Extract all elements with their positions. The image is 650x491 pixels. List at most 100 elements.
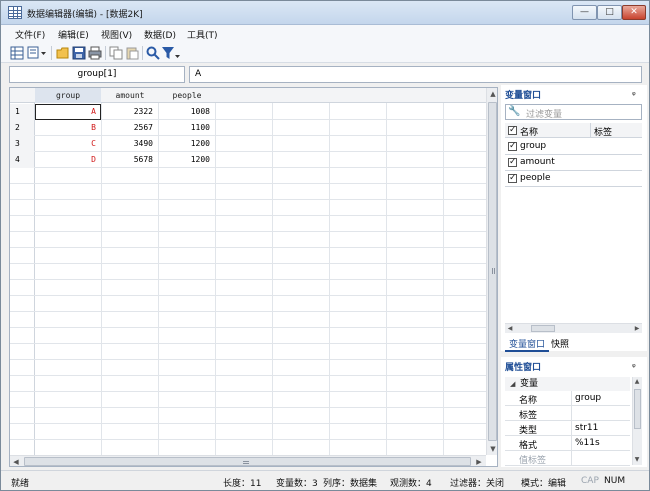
horizontal-scroll-thumb[interactable] [24,457,471,466]
pin-icon[interactable]: ᵩ [632,88,636,98]
cell-amount[interactable]: 3490 [102,136,158,152]
toolbar-separator [105,46,106,60]
horizontal-scrollbar[interactable]: ◀ ▶ [10,455,486,466]
cell-value-field[interactable]: A [189,66,642,83]
copy-icon[interactable] [27,46,47,60]
menu-file[interactable]: 文件(F) [15,28,45,41]
copy-icon[interactable] [109,46,123,60]
property-row[interactable]: 格式 %11s [505,436,630,451]
property-row[interactable]: 值标签 [505,451,630,466]
scroll-up-arrow-icon[interactable]: ▲ [632,376,642,388]
column-header-amount[interactable]: amount [102,88,158,103]
status-ready: 就绪 [11,479,30,489]
pin-icon[interactable]: ᵩ [632,360,636,370]
vertical-scroll-thumb[interactable] [488,102,497,441]
properties-group-header[interactable]: ◢ 变量 [505,377,630,391]
menu-view[interactable]: 视图(V) [101,28,132,41]
cell-people[interactable]: 1200 [159,136,215,152]
cell-people[interactable]: 1008 [159,104,215,120]
menu-edit[interactable]: 编辑(E) [58,28,89,41]
property-value[interactable]: group [575,393,601,403]
variable-filter-placeholder: 过滤变量 [526,110,563,120]
cell-group[interactable]: D [35,152,101,168]
close-button[interactable]: ✕ [622,5,646,20]
vertical-scrollbar[interactable]: ▲ ▼ [486,88,497,455]
select-all-checkbox[interactable] [508,124,517,136]
column-divider [590,123,591,138]
property-value[interactable]: str11 [575,423,598,433]
row-header[interactable]: 1 [10,104,34,120]
grid-viewport[interactable]: group amount people 1 A 2322 1008 2 B 25… [10,88,486,455]
variable-checkbox[interactable] [508,172,517,184]
cell-address-bar: group[1] A [1,63,649,85]
variable-name: people [520,173,551,183]
column-header-row: group amount people [10,88,486,103]
column-header-people[interactable]: people [159,88,215,103]
scroll-grip [243,461,249,462]
variable-row[interactable]: amount [505,155,642,171]
print-icon[interactable] [88,46,102,60]
status-obs-count: 观测数：4 [390,479,432,489]
property-value[interactable]: %11s [575,438,600,448]
collapse-triangle-icon[interactable]: ◢ [510,377,515,391]
tab-snapshots[interactable]: 快照 [547,338,573,352]
variable-name: group [520,141,547,151]
maximize-button[interactable]: □ [597,5,622,20]
cell-amount[interactable]: 5678 [102,152,158,168]
scroll-right-arrow-icon[interactable]: ▶ [632,323,642,335]
data-grid[interactable]: group amount people 1 A 2322 1008 2 B 25… [9,87,498,467]
tab-variables[interactable]: 变量窗口 [505,338,550,352]
cell-group[interactable]: B [35,120,101,136]
property-row[interactable]: 名称 group [505,391,630,406]
wrench-icon: 🔧 [508,106,521,117]
title-bar[interactable]: 数据编辑器(编辑) - [数据2K] — □ ✕ [1,1,649,25]
properties-group-label: 变量 [520,379,539,389]
search-icon[interactable] [146,46,160,60]
cell-people[interactable]: 1200 [159,152,215,168]
property-divider [571,391,572,406]
scroll-left-arrow-icon[interactable]: ◀ [10,456,22,466]
cell-amount[interactable]: 2322 [102,104,158,120]
variable-row[interactable]: people [505,171,642,187]
properties-vertical-scrollbar[interactable]: ▲ ▼ [632,377,642,465]
variables-scroll-thumb[interactable] [531,325,555,332]
cell-name-field[interactable]: group[1] [9,66,185,83]
properties-scroll-thumb[interactable] [634,389,641,429]
cell-group[interactable]: C [35,136,101,152]
data-editor-window: 数据编辑器(编辑) - [数据2K] — □ ✕ 文件(F) 编辑(E) 视图(… [0,0,650,491]
data-editor-icon[interactable] [10,46,24,60]
cell-people[interactable]: 1100 [159,120,215,136]
corner-cell[interactable] [10,88,34,103]
status-sort-order: 列序：数据集 [323,479,378,489]
save-icon[interactable] [72,46,86,60]
row-header[interactable]: 3 [10,136,34,152]
variable-checkbox[interactable] [508,140,517,152]
properties-pane-title: 属性窗口 [505,363,542,373]
property-row[interactable]: 类型 str11 [505,421,630,436]
variable-checkbox[interactable] [508,156,517,168]
paste-icon[interactable] [125,46,139,60]
scroll-down-arrow-icon[interactable]: ▼ [632,454,642,466]
column-name-header[interactable]: 名称 [520,125,538,138]
column-label-header[interactable]: 标签 [594,125,612,138]
scroll-right-arrow-icon[interactable]: ▶ [473,456,485,466]
menu-tools[interactable]: 工具(T) [187,28,218,41]
minimize-button[interactable]: — [572,5,597,20]
cell-amount[interactable]: 2567 [102,120,158,136]
property-row[interactable]: 标签 [505,406,630,421]
scroll-down-arrow-icon[interactable]: ▼ [487,443,497,455]
column-header-group[interactable]: group [35,88,101,103]
property-key: 标签 [519,411,538,421]
variable-row[interactable]: group [505,139,642,155]
filter-icon[interactable] [161,46,181,60]
row-header[interactable]: 4 [10,152,34,168]
cell-group[interactable]: A [35,104,101,120]
open-folder-icon[interactable] [56,46,70,60]
scroll-up-arrow-icon[interactable]: ▲ [487,88,497,100]
menu-data[interactable]: 数据(D) [144,28,176,41]
variable-filter-input[interactable]: 🔧 过滤变量 [505,104,642,120]
window-title: 数据编辑器(编辑) - [数据2K] [27,10,143,20]
row-header[interactable]: 2 [10,120,34,136]
variables-horizontal-scrollbar[interactable]: ◀ ▶ [505,323,642,333]
scroll-left-arrow-icon[interactable]: ◀ [505,323,515,335]
